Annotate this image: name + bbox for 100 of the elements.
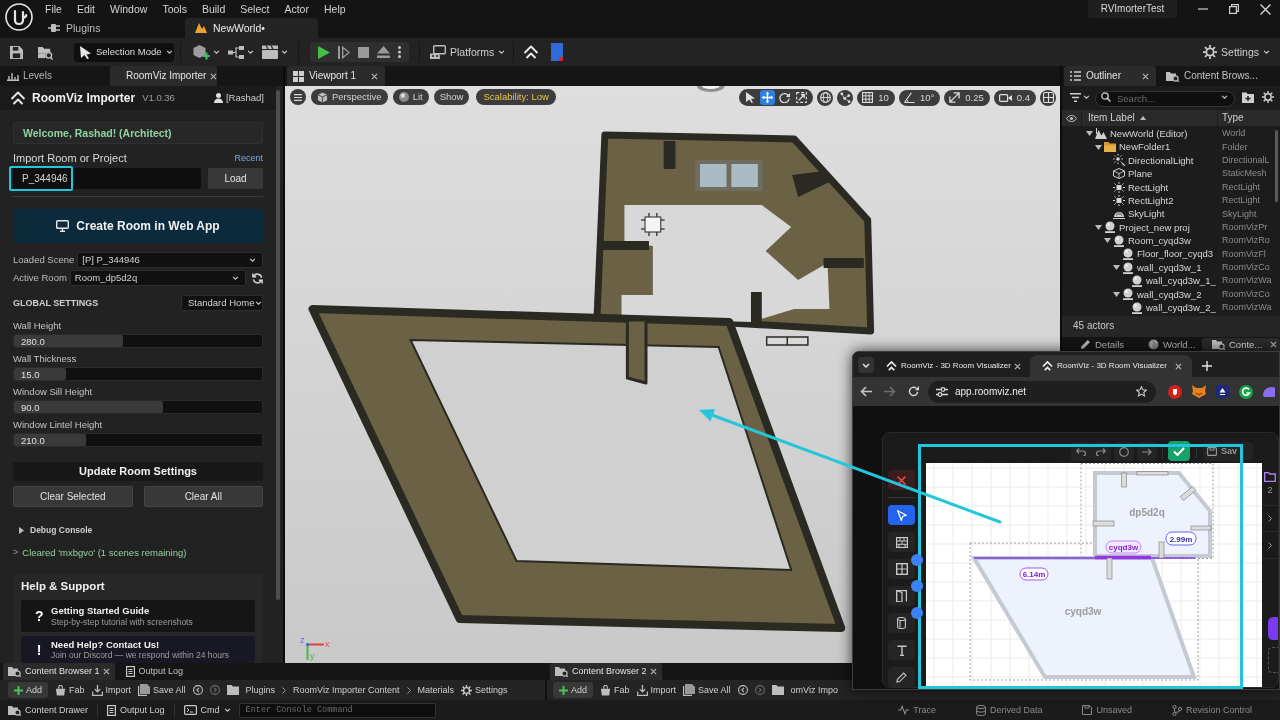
load-button[interactable]: Load <box>208 168 263 189</box>
output-log-button[interactable]: Output Log <box>107 704 165 716</box>
handle-icon[interactable] <box>911 580 923 592</box>
move-mode-button[interactable] <box>760 90 776 105</box>
expand-arrow-icon[interactable] <box>1113 291 1120 297</box>
swirl-icon[interactable] <box>1239 384 1253 399</box>
fox-icon[interactable] <box>1192 385 1206 398</box>
forward-circle-icon[interactable] <box>754 685 765 695</box>
refresh-icon[interactable] <box>251 272 263 284</box>
address-bar[interactable]: app.roomviz.net <box>928 380 1156 403</box>
outliner-item[interactable]: DirectionalLight <box>1128 155 1194 166</box>
close-icon[interactable] <box>649 668 657 675</box>
close-icon[interactable] <box>1142 72 1149 80</box>
tab-list-button[interactable] <box>858 357 874 373</box>
folder-icon[interactable] <box>1264 472 1276 482</box>
back-icon[interactable] <box>860 386 872 397</box>
menu-item[interactable]: Edit <box>76 3 95 15</box>
close-icon[interactable] <box>210 72 218 80</box>
breadcrumb[interactable]: Materials <box>417 685 454 695</box>
slider-track[interactable]: 90.0 <box>13 400 263 414</box>
wall-tool-button[interactable] <box>888 532 915 552</box>
tune-icon[interactable] <box>936 386 948 397</box>
blob-icon[interactable] <box>1263 385 1275 398</box>
content-drawer-button[interactable]: Content Drawer <box>8 704 89 716</box>
status-indicator[interactable]: Derived Data <box>975 704 1043 716</box>
preset-dropdown[interactable]: Standard Home <box>181 295 263 311</box>
save-all-button[interactable]: Save All <box>138 682 186 698</box>
expand-arrow-icon[interactable] <box>1104 238 1111 244</box>
settings-dropdown[interactable]: Settings <box>1203 45 1270 59</box>
clear-button[interactable]: Clear Selected <box>13 486 133 507</box>
panel-tab[interactable]: Output Log <box>120 663 189 680</box>
frame-advance-icon[interactable] <box>338 45 350 59</box>
folder-search-icon[interactable] <box>38 44 53 60</box>
search-field[interactable]: Search... <box>1095 90 1235 107</box>
visibility-icon[interactable] <box>1066 114 1077 122</box>
outliner-item[interactable]: Room_cyqd3w <box>1128 236 1191 246</box>
menu-item[interactable]: Actor <box>284 3 309 15</box>
rotate-mode-button[interactable] <box>777 90 793 105</box>
folder-icon[interactable] <box>226 685 239 695</box>
close-icon[interactable] <box>1014 362 1021 370</box>
panel-tab[interactable]: RoomViz Importer <box>110 66 217 86</box>
breadcrumb[interactable]: omViz Impo <box>790 685 838 695</box>
document-tab[interactable]: NewWorld• <box>185 18 318 38</box>
blueprint-button[interactable] <box>228 45 254 59</box>
clear-button[interactable]: Clear All <box>143 486 263 507</box>
debug-console-toggle[interactable]: Debug Console <box>13 524 263 536</box>
slider-track[interactable]: 280.0 <box>13 334 263 348</box>
shield-icon[interactable] <box>1168 384 1182 399</box>
menu-item[interactable]: Select <box>240 3 270 15</box>
save-all-button[interactable]: Save All <box>683 682 731 698</box>
view-mode-button[interactable]: Perspective <box>311 89 388 105</box>
back-circle-icon[interactable] <box>737 685 748 695</box>
outliner-item[interactable]: RectLight <box>1128 182 1169 192</box>
browser-tab[interactable]: RoomViz - 3D Room Visualizer <box>878 355 1030 377</box>
panel-tab[interactable]: Outliner <box>1064 66 1156 86</box>
expand-arrow-icon[interactable] <box>1113 265 1120 271</box>
outliner-item[interactable]: SkyLight <box>1128 209 1165 219</box>
forward-icon[interactable] <box>884 386 896 397</box>
save-icon[interactable] <box>10 45 23 59</box>
add-button[interactable]: Add <box>8 682 48 698</box>
close-icon[interactable] <box>371 72 378 80</box>
slider-track[interactable]: 210.0 <box>13 433 263 447</box>
column-header[interactable]: Type <box>1218 110 1280 126</box>
eject-icon[interactable] <box>377 46 390 58</box>
chevron-right-icon[interactable] <box>1268 515 1272 522</box>
close-icon[interactable] <box>102 668 110 675</box>
panel-tab[interactable]: Details <box>1062 337 1138 352</box>
add-button[interactable]: Add <box>553 682 593 698</box>
help-card[interactable]: ? Getting Started Guide Step-by-step tutorial with screenshots <box>21 600 255 632</box>
outliner-item[interactable]: Project_new proj <box>1119 222 1190 233</box>
select-tool-button[interactable] <box>888 505 915 525</box>
import-button[interactable]: Import <box>91 682 132 698</box>
scene-dropdown[interactable]: [P] P_344946 <box>77 252 263 268</box>
chevron-right-icon[interactable] <box>1268 542 1272 549</box>
expand-arrow-icon[interactable] <box>1095 224 1102 230</box>
column-header[interactable]: Item Label <box>1082 110 1218 126</box>
status-indicator[interactable]: Revision Control <box>1171 704 1252 716</box>
console-field[interactable]: Enter Console Command <box>238 702 436 718</box>
menu-item[interactable]: File <box>45 3 62 15</box>
expand-arrow-icon[interactable] <box>1086 131 1093 137</box>
outliner-item[interactable]: NewWorld (Editor) <box>1110 128 1188 139</box>
window-tool-button[interactable] <box>888 559 915 579</box>
close-icon[interactable] <box>1260 3 1271 15</box>
status-indicator[interactable]: Unsaved <box>1082 705 1132 715</box>
block-icon[interactable] <box>551 43 564 61</box>
breadcrumb[interactable]: Plugins <box>245 685 276 695</box>
restore-icon[interactable] <box>1229 4 1239 14</box>
browser-tab[interactable]: RoomViz - 3D Room Visualizer <box>1030 355 1192 377</box>
outliner-item[interactable]: Plane <box>1128 169 1153 179</box>
handle-icon[interactable] <box>911 607 923 619</box>
import-button[interactable]: Import <box>636 682 677 698</box>
viewport-tab[interactable]: Viewport 1 <box>287 66 385 86</box>
logo-icon[interactable] <box>5 3 33 31</box>
filter-button[interactable] <box>1070 92 1090 102</box>
slider-track[interactable]: 15.0 <box>13 367 263 381</box>
handle-icon[interactable] <box>911 554 923 566</box>
scalability-button[interactable]: Scalability: Low <box>476 89 556 105</box>
outliner-item[interactable]: wall_cyqd3w_1 <box>1137 262 1202 273</box>
panel-tab[interactable]: Levels <box>0 66 108 86</box>
import-field[interactable]: P_344946 <box>13 168 201 189</box>
